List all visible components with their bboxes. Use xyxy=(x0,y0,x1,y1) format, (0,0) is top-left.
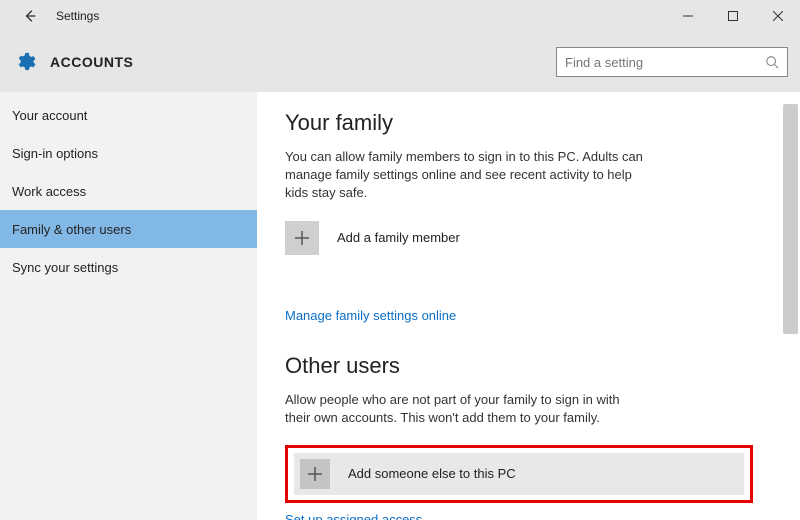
titlebar: Settings xyxy=(0,0,800,32)
sidebar-item-label: Family & other users xyxy=(12,222,131,237)
search-icon xyxy=(765,55,779,69)
header: ACCOUNTS xyxy=(0,32,800,92)
close-button[interactable] xyxy=(755,0,800,32)
plus-icon xyxy=(307,466,323,482)
add-family-member-label: Add a family member xyxy=(337,230,460,245)
sidebar-item-label: Your account xyxy=(12,108,87,123)
add-someone-else-button[interactable]: Add someone else to this PC xyxy=(294,453,744,495)
close-icon xyxy=(773,11,783,21)
assigned-access-link[interactable]: Set up assigned access xyxy=(285,512,422,520)
page-title: ACCOUNTS xyxy=(50,54,133,70)
search-input[interactable] xyxy=(565,48,765,76)
sidebar-item-label: Work access xyxy=(12,184,86,199)
body: Your account Sign-in options Work access… xyxy=(0,92,800,520)
minimize-button[interactable] xyxy=(665,0,710,32)
plus-icon-box xyxy=(285,221,319,255)
manage-family-link[interactable]: Manage family settings online xyxy=(285,308,456,323)
window-controls xyxy=(665,0,800,32)
plus-icon xyxy=(294,230,310,246)
sidebar-item-sync-your-settings[interactable]: Sync your settings xyxy=(0,248,257,286)
highlight-annotation: Add someone else to this PC xyxy=(285,445,753,503)
back-arrow-icon xyxy=(23,9,37,23)
sidebar-item-family-other-users[interactable]: Family & other users xyxy=(0,210,257,248)
gear-icon xyxy=(14,51,36,73)
sidebar-item-your-account[interactable]: Your account xyxy=(0,96,257,134)
sidebar-item-work-access[interactable]: Work access xyxy=(0,172,257,210)
add-family-member-button[interactable]: Add a family member xyxy=(285,221,772,255)
minimize-icon xyxy=(683,11,693,21)
plus-icon-box xyxy=(300,459,330,489)
back-button[interactable] xyxy=(18,4,42,28)
add-someone-else-label: Add someone else to this PC xyxy=(348,466,516,481)
search-box[interactable] xyxy=(556,47,788,77)
sidebar-item-label: Sign-in options xyxy=(12,146,98,161)
sidebar-item-sign-in-options[interactable]: Sign-in options xyxy=(0,134,257,172)
sidebar: Your account Sign-in options Work access… xyxy=(0,92,257,520)
scrollbar-thumb[interactable] xyxy=(783,104,798,334)
family-heading: Your family xyxy=(285,110,772,136)
window-title: Settings xyxy=(56,9,99,23)
other-users-heading: Other users xyxy=(285,353,772,379)
content-panel: Your family You can allow family members… xyxy=(257,92,800,520)
maximize-button[interactable] xyxy=(710,0,755,32)
other-users-description: Allow people who are not part of your fa… xyxy=(285,391,645,427)
sidebar-item-label: Sync your settings xyxy=(12,260,118,275)
maximize-icon xyxy=(728,11,738,21)
family-description: You can allow family members to sign in … xyxy=(285,148,645,203)
